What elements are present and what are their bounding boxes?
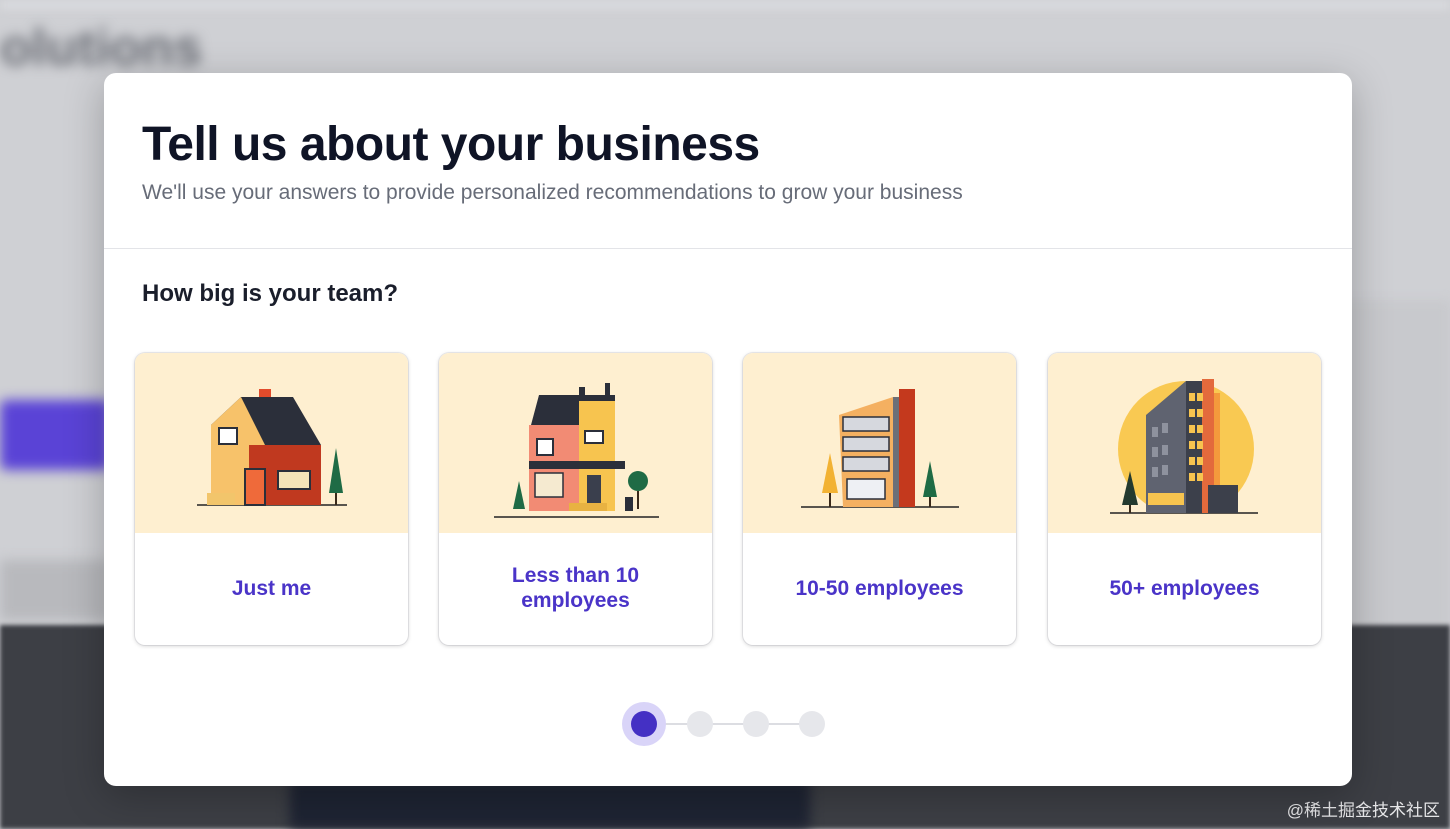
step-3[interactable] <box>743 711 769 737</box>
option-art <box>1048 353 1321 533</box>
option-label: 10-50 employees <box>795 576 964 600</box>
modal-title: Tell us about your business <box>142 118 760 171</box>
modal-subtitle: We'll use your answers to provide person… <box>142 181 963 204</box>
option-label: Less than 10 employees <box>511 564 640 612</box>
step-4[interactable] <box>799 711 825 737</box>
option-label: 50+ employees <box>1109 576 1260 600</box>
step-1[interactable] <box>631 711 657 737</box>
background-panel-blur <box>1340 300 1450 660</box>
stepper-track <box>644 723 812 725</box>
team-size-options: Just me Less than 10 employees 10-50 emp… <box>135 353 1322 646</box>
background-stripe <box>0 0 1450 10</box>
option-10-50[interactable]: 10-50 employees <box>743 353 1016 645</box>
onboarding-modal: Tell us about your business We'll use yo… <box>104 73 1352 786</box>
option-label: Just me <box>231 576 312 600</box>
option-art <box>743 353 1016 533</box>
office-building-icon <box>801 389 959 508</box>
house-icon <box>197 389 347 506</box>
option-art <box>439 353 712 533</box>
option-less-than-10[interactable]: Less than 10 employees <box>439 353 712 645</box>
progress-stepper <box>622 702 832 746</box>
background-title-blur: olutions <box>0 19 203 77</box>
background-button-blur <box>0 400 110 470</box>
tower-building-icon <box>1108 379 1268 517</box>
townhouse-icon <box>494 383 659 518</box>
option-just-me[interactable]: Just me <box>135 353 408 645</box>
modal-header: Tell us about your business We'll use yo… <box>104 73 1352 249</box>
step-2[interactable] <box>687 711 713 737</box>
background-footer-block-blur <box>290 780 810 829</box>
option-50-plus[interactable]: 50+ employees <box>1048 353 1321 645</box>
background-block-blur <box>0 560 110 620</box>
watermark: @稀土掘金技术社区 <box>1286 801 1440 820</box>
option-art <box>135 353 408 533</box>
team-size-question: How big is your team? <box>142 280 399 307</box>
